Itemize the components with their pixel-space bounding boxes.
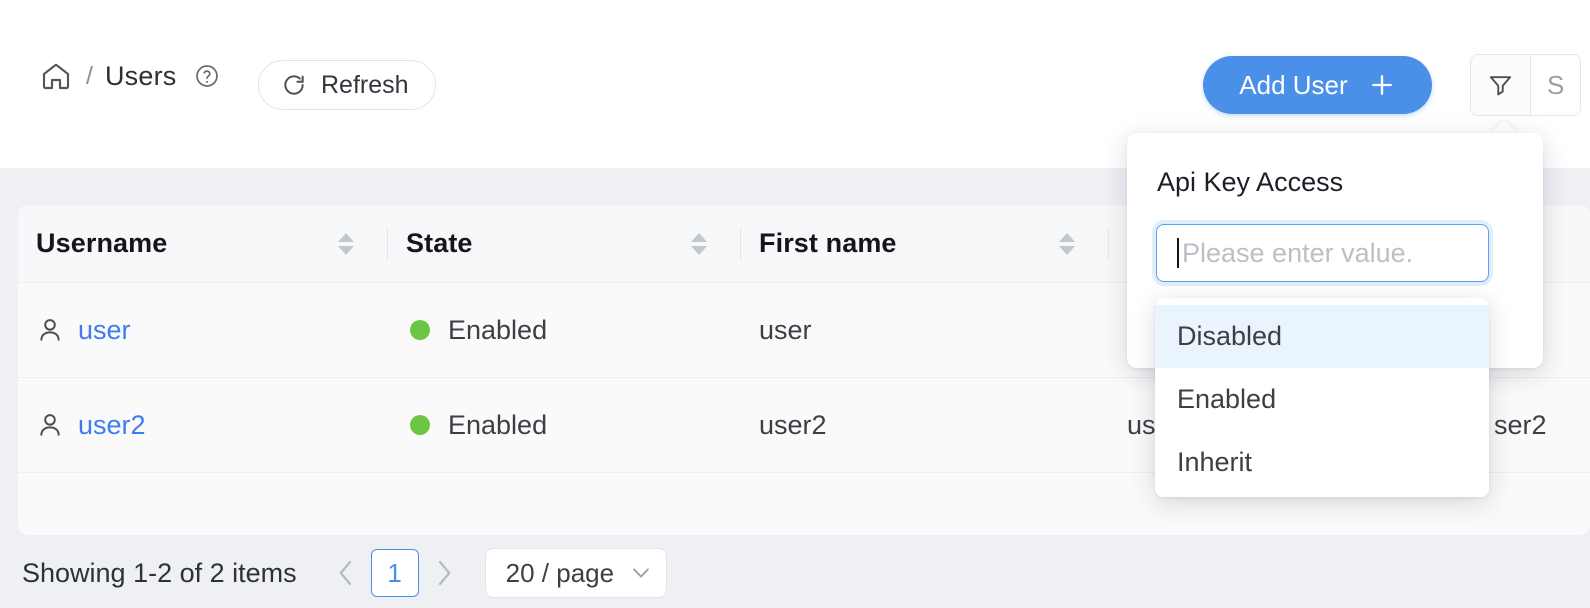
- status-dot: [410, 320, 430, 340]
- question-circle-icon[interactable]: [176, 63, 220, 89]
- first-name-value: user2: [759, 410, 827, 441]
- refresh-icon: [281, 72, 307, 98]
- pagination: Showing 1-2 of 2 items 1 20 / page: [22, 548, 667, 598]
- cell-email: ser2: [1494, 378, 1590, 473]
- person-icon: [36, 316, 64, 344]
- option-label: Disabled: [1177, 321, 1282, 352]
- column-header-state[interactable]: State: [388, 205, 741, 283]
- option-label: Inherit: [1177, 447, 1252, 478]
- page-title: Users: [105, 61, 177, 92]
- input-placeholder: Please enter value.: [1182, 238, 1413, 269]
- filter-options-dropdown: Disabled Enabled Inherit: [1155, 298, 1489, 497]
- table-tool-button-group: S: [1470, 54, 1581, 116]
- filter-field-label: Api Key Access: [1157, 167, 1343, 198]
- page-number-1[interactable]: 1: [371, 549, 419, 597]
- filter-value-input[interactable]: Please enter value.: [1156, 224, 1489, 282]
- cell-username: user: [18, 283, 388, 378]
- status-label: Enabled: [448, 315, 547, 346]
- username-link[interactable]: user2: [78, 410, 146, 441]
- pagination-summary: Showing 1-2 of 2 items: [22, 558, 297, 589]
- text-cursor: [1177, 238, 1179, 268]
- column-label: First name: [759, 228, 897, 259]
- status-dot: [410, 415, 430, 435]
- status-label: Enabled: [448, 410, 547, 441]
- filter-button[interactable]: [1471, 55, 1531, 115]
- sort-icon[interactable]: [691, 233, 707, 255]
- breadcrumb-separator: /: [86, 62, 93, 91]
- column-label: State: [406, 228, 473, 259]
- cell-first-name: user: [741, 283, 1109, 378]
- search-button[interactable]: S: [1531, 55, 1580, 115]
- column-label: Username: [36, 228, 167, 259]
- cell-state: Enabled: [388, 378, 741, 473]
- funnel-icon: [1487, 72, 1514, 99]
- cell-state: Enabled: [388, 283, 741, 378]
- option-label: Enabled: [1177, 384, 1276, 415]
- home-icon[interactable]: [40, 60, 72, 92]
- email-value: ser2: [1494, 410, 1547, 441]
- page-size-label: 20 / page: [506, 558, 614, 589]
- add-user-label: Add User: [1239, 70, 1347, 101]
- prev-page-button[interactable]: [331, 551, 361, 595]
- page-size-select[interactable]: 20 / page: [485, 548, 667, 598]
- add-user-button[interactable]: Add User: [1203, 56, 1432, 114]
- filter-option-inherit[interactable]: Inherit: [1155, 431, 1489, 494]
- filter-option-enabled[interactable]: Enabled: [1155, 368, 1489, 431]
- filter-option-disabled[interactable]: Disabled: [1155, 305, 1489, 368]
- first-name-value: user: [759, 315, 812, 346]
- breadcrumb: / Users: [40, 60, 220, 92]
- chevron-down-icon: [630, 562, 652, 584]
- next-page-button[interactable]: [429, 551, 459, 595]
- column-header-first-name[interactable]: First name: [741, 205, 1109, 283]
- cell-username: user2: [18, 378, 388, 473]
- column-header-username[interactable]: Username: [18, 205, 388, 283]
- person-icon: [36, 411, 64, 439]
- sort-icon[interactable]: [1059, 233, 1075, 255]
- search-button-label: S: [1547, 70, 1564, 101]
- username-link[interactable]: user: [78, 315, 131, 346]
- refresh-button[interactable]: Refresh: [258, 60, 436, 110]
- sort-icon[interactable]: [338, 233, 354, 255]
- refresh-label: Refresh: [321, 71, 409, 100]
- cell-first-name: user2: [741, 378, 1109, 473]
- plus-icon: [1368, 71, 1396, 99]
